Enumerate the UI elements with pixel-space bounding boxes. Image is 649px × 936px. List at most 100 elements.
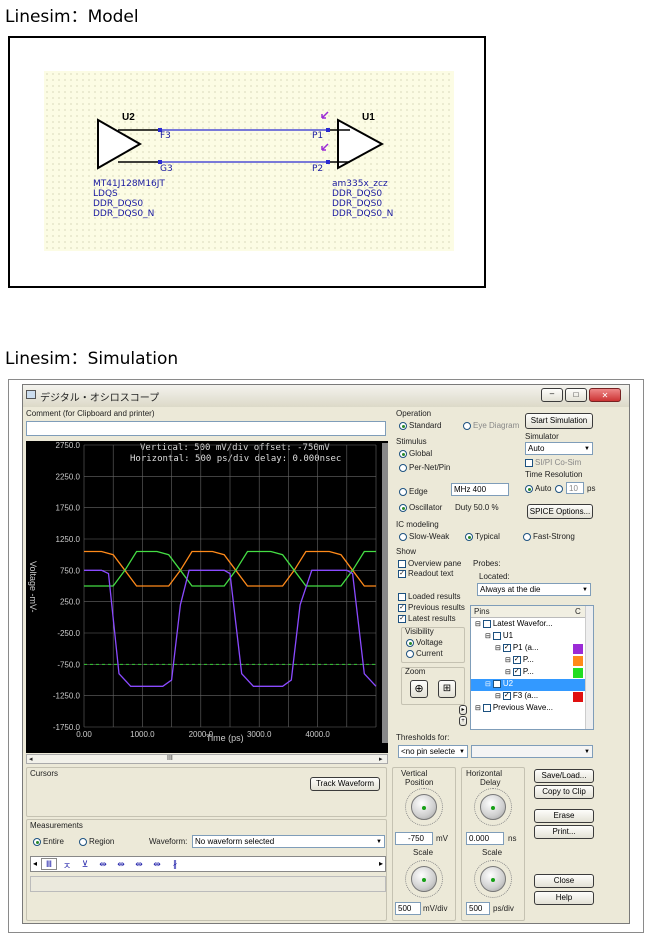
current-radio[interactable]: Current xyxy=(406,649,443,658)
comment-label: Comment (for Clipboard and printer) xyxy=(26,409,155,418)
scope-vscroll[interactable] xyxy=(382,443,388,743)
measurement-tool-icon[interactable]: Ⅲ xyxy=(41,858,57,870)
zoom-fit-icon[interactable]: ⊞ xyxy=(438,680,456,698)
horizontal-scale-field[interactable]: 500 xyxy=(466,902,490,915)
vertical-scale-unit: mV/div xyxy=(423,904,448,913)
region-radio[interactable]: Region xyxy=(79,837,114,846)
y-tick-label: 250.0 xyxy=(60,598,81,607)
comment-field[interactable] xyxy=(26,421,386,436)
app-icon xyxy=(26,390,36,399)
vertical-position-field[interactable]: -750 xyxy=(395,832,433,845)
loaded-results-checkbox[interactable]: Loaded results xyxy=(398,592,460,601)
scroll-left-icon[interactable]: ◂ xyxy=(33,859,37,868)
maximize-button[interactable]: □ xyxy=(565,388,587,402)
tree-row[interactable]: ⊟ ✓ F3 (a... xyxy=(471,691,585,703)
horizontal-group: Horizontal Delay 0.000 ns Scale 500 ps/d… xyxy=(461,767,525,921)
tree-scrollbar[interactable] xyxy=(585,606,593,729)
eye-diagram-radio[interactable]: Eye Diagram xyxy=(463,421,519,430)
tree-row[interactable]: ⊟ ✓ P... xyxy=(471,667,585,679)
tree-row[interactable]: ⊟ Previous Wave... xyxy=(471,703,585,715)
tree-row[interactable]: ⊟ U2 xyxy=(471,679,585,691)
copy-to-clip-button[interactable]: Copy to Clip xyxy=(534,785,594,799)
tree-checkbox xyxy=(492,679,501,688)
horizontal-scale-knob[interactable] xyxy=(480,866,506,892)
zoom-in-icon[interactable]: ⊕ xyxy=(410,680,428,698)
tree-row[interactable]: ⊟ U1 xyxy=(471,631,585,643)
minimize-button[interactable]: – xyxy=(541,388,563,402)
start-simulation-button[interactable]: Start Simulation xyxy=(525,413,593,429)
horizontal-delay-knob[interactable] xyxy=(480,794,506,820)
scroll-left-icon[interactable]: ◂ xyxy=(29,755,33,763)
measurement-results xyxy=(30,876,386,892)
help-button[interactable]: Help xyxy=(534,891,594,905)
stimulus-label: Stimulus xyxy=(396,437,427,446)
measurement-tool-icon[interactable]: ⊻ xyxy=(77,858,93,870)
ps-field[interactable]: 10 xyxy=(566,482,584,494)
simulation-heading: Linesim：Simulation xyxy=(5,349,179,369)
entire-radio[interactable]: Entire xyxy=(33,837,64,846)
vertical-scale-field[interactable]: 500 xyxy=(395,902,421,915)
tree-row[interactable]: ⊟ Latest Wavefor... xyxy=(471,619,585,631)
duty-field[interactable]: Duty 50.0 % xyxy=(455,503,499,512)
u1-buffer-symbol xyxy=(337,118,385,170)
readout-checkbox[interactable]: ✓ Readout text xyxy=(398,569,453,578)
voltage-radio[interactable]: Voltage xyxy=(406,638,443,647)
zoom-group: Zoom ⊕ ⊞ xyxy=(401,667,465,705)
located-select[interactable]: Always at the die ▼ xyxy=(477,583,591,596)
close-button[interactable]: Close xyxy=(534,874,594,888)
tree-checkbox: ✓ xyxy=(512,655,521,664)
measurement-tool-icon[interactable]: ⇹ xyxy=(131,858,147,870)
u2-buffer-symbol xyxy=(97,118,143,170)
expand-right-icon[interactable]: ▸ xyxy=(459,705,467,715)
standard-radio[interactable]: Standard xyxy=(399,421,441,430)
horizontal-delay-field[interactable]: 0.000 xyxy=(466,832,504,845)
ps-unit: ps xyxy=(587,484,596,493)
cosim-checkbox[interactable]: SI/PI Co-Sim xyxy=(525,458,581,467)
vertical-scale-knob[interactable] xyxy=(411,866,437,892)
per-net-radio[interactable]: Per-Net/Pin xyxy=(399,463,450,472)
track-waveform-button[interactable]: Track Waveform xyxy=(310,777,380,791)
measurement-tool-icon[interactable]: ⇹ xyxy=(149,858,165,870)
simulator-select[interactable]: Auto ▼ xyxy=(525,442,593,455)
spice-options-button[interactable]: SPICE Options... xyxy=(527,504,593,519)
tree-row-label: P... xyxy=(522,655,534,664)
add-icon[interactable]: + xyxy=(459,716,467,726)
previous-results-checkbox[interactable]: ✓ Previous results xyxy=(398,603,465,612)
auto-radio[interactable]: Auto xyxy=(525,484,551,493)
tree-row-label: Previous Wave... xyxy=(492,703,553,712)
waveform-select[interactable]: No waveform selected ▼ xyxy=(192,835,385,848)
vertical-position-knob[interactable] xyxy=(411,794,437,820)
close-window-button[interactable]: ✕ xyxy=(589,388,621,402)
scroll-right-icon[interactable]: ▸ xyxy=(379,755,383,763)
simulator-label: Simulator xyxy=(525,432,559,441)
fast-strong-radio[interactable]: Fast-Strong xyxy=(523,532,575,541)
frequency-field[interactable]: MHz 400 xyxy=(451,483,509,496)
measurement-tool-icon[interactable]: ∦ xyxy=(167,858,183,870)
horizontal-scale-unit: ps/div xyxy=(493,904,514,913)
scroll-thumb[interactable]: III xyxy=(167,755,173,762)
erase-button[interactable]: Erase xyxy=(534,809,594,823)
tree-row[interactable]: ⊟ ✓ P1 (a... xyxy=(471,643,585,655)
window-title: デジタル・オシロスコープ xyxy=(40,393,160,404)
thresholds-value-select[interactable]: ▼ xyxy=(471,745,593,758)
global-radio[interactable]: Global xyxy=(399,449,432,458)
overview-checkbox[interactable]: Overview pane xyxy=(398,559,461,568)
latest-results-checkbox[interactable]: ✓ Latest results xyxy=(398,614,456,623)
thresholds-select[interactable]: <no pin selecte ▼ xyxy=(398,745,468,758)
schematic-panel: U2 U1 F3 G3 P1 P2 MT41J128M16JT LDQS DDR_D… xyxy=(8,36,486,288)
scope-hscroll[interactable]: ◂ III ▸ xyxy=(26,754,388,764)
save-load-button[interactable]: Save/Load... xyxy=(534,769,594,783)
color-swatch xyxy=(573,644,583,654)
edge-radio[interactable]: Edge xyxy=(399,487,428,496)
measurement-tool-icon[interactable]: ⇹ xyxy=(95,858,111,870)
manual-radio[interactable] xyxy=(555,484,565,493)
slow-weak-radio[interactable]: Slow-Weak xyxy=(399,532,449,541)
scroll-right-icon[interactable]: ▸ xyxy=(379,859,383,868)
measurement-tool-icon[interactable]: ⇹ xyxy=(113,858,129,870)
oscillator-radio[interactable]: Oscillator xyxy=(399,503,442,512)
print-button[interactable]: Print... xyxy=(534,825,594,839)
typical-radio[interactable]: Typical xyxy=(465,532,500,541)
measurement-tool-icon[interactable]: ㅈ xyxy=(59,858,75,871)
tree-row[interactable]: ⊟ ✓ P... xyxy=(471,655,585,667)
color-swatch xyxy=(573,656,583,666)
